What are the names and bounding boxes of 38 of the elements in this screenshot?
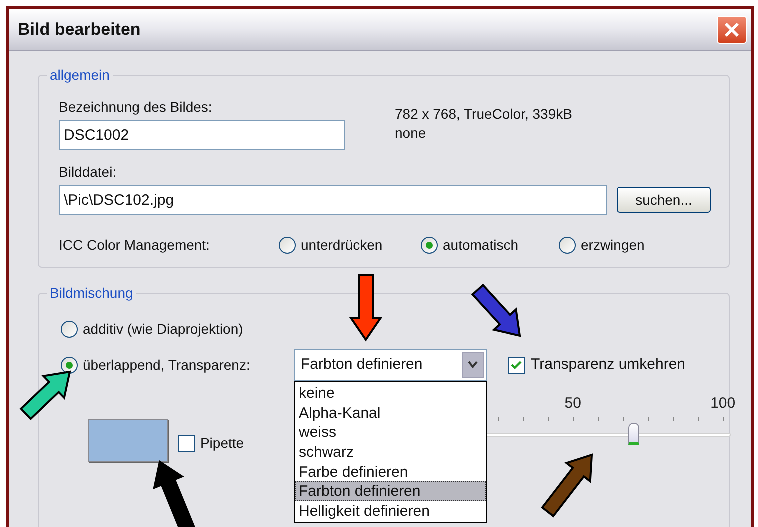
radio-button[interactable] (559, 237, 576, 254)
color-swatch[interactable] (88, 419, 168, 462)
radio-button[interactable] (421, 237, 438, 254)
slider-thumb[interactable] (628, 423, 640, 445)
dropdown-option[interactable]: Helligkeit definieren (295, 501, 486, 521)
checkbox[interactable] (508, 356, 525, 374)
dropdown[interactable]: Farbton definieren (294, 349, 487, 381)
radio-button[interactable] (61, 320, 78, 338)
dropdown-option[interactable]: schwarz (295, 442, 486, 462)
field-label: Bilddatei: (59, 163, 118, 181)
dropdown-option[interactable]: Farbe definieren (295, 462, 486, 482)
radio-label: unterdrücken (301, 236, 383, 255)
checkbox-label: Pipette (200, 434, 244, 453)
radio-label: automatisch (443, 236, 518, 255)
tick-label: 50 (564, 394, 582, 414)
radio-label: überlappend, Transparenz: (83, 356, 250, 375)
browse-button[interactable]: suchen... (617, 187, 711, 213)
dropdown-option[interactable]: keine (295, 383, 486, 403)
input-field[interactable]: DSC1002 (59, 120, 345, 150)
radio-button[interactable] (61, 356, 78, 374)
field-label: Bezeichnung des Bildes: (59, 98, 214, 116)
close-button[interactable] (717, 16, 747, 44)
dropdown-option[interactable]: weiss (295, 422, 486, 442)
checkbox-label: Transparenz umkehren (531, 354, 686, 375)
checkbox[interactable] (178, 435, 196, 452)
tick-label: 100 (710, 394, 736, 414)
dropdown-option[interactable]: Farbton definieren (295, 481, 486, 502)
dropdown-option[interactable]: Alpha-Kanal (295, 402, 486, 422)
input-field[interactable]: \Pic\DSC102.jpg (59, 185, 607, 215)
checkmark-icon (511, 360, 522, 370)
radio-button[interactable] (279, 237, 296, 254)
radio-label: additiv (wie Diaprojektion) (83, 320, 244, 339)
field-label: ICC Color Management: (59, 236, 211, 255)
info-text: none (395, 124, 428, 143)
radio-label: erzwingen (581, 236, 645, 255)
close-icon (724, 22, 740, 38)
info-text: 782 x 768, TrueColor, 339kB (395, 105, 572, 124)
window-title: Bild bearbeiten (18, 18, 141, 41)
